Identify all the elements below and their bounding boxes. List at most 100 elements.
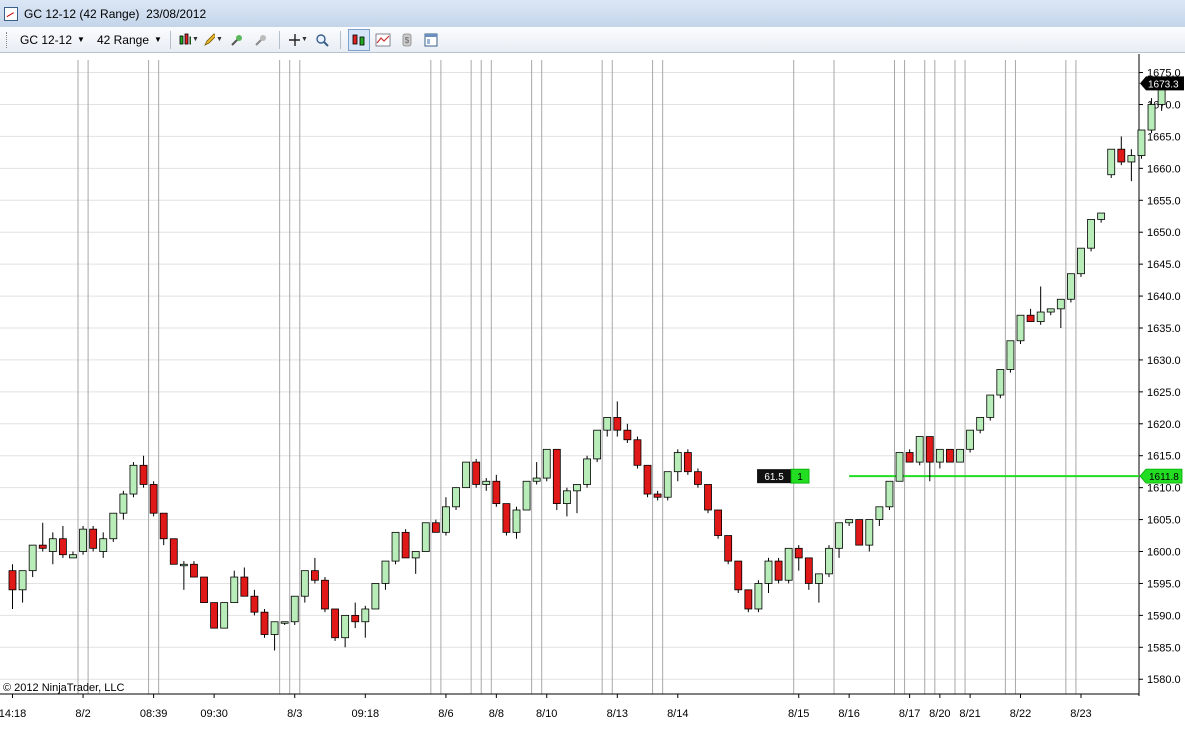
candle-body[interactable] [925,436,934,463]
candle-body[interactable] [673,452,682,473]
candle-body[interactable] [250,595,259,613]
candle-body[interactable] [563,490,571,505]
candle-body[interactable] [331,608,339,639]
candle-body[interactable] [895,452,904,482]
candle-body[interactable] [371,583,380,610]
window-titlebar[interactable]: GC 12-12 (42 Range) 23/08/2012 [0,0,1185,27]
candle-body[interactable] [482,480,491,485]
candle-body[interactable] [754,583,763,610]
candle-body[interactable] [804,557,813,584]
global-link-button[interactable] [250,29,272,51]
candle-body[interactable] [59,538,67,556]
candle-body[interactable] [401,531,410,559]
candle-body[interactable] [976,417,985,431]
candle-body[interactable] [865,519,874,546]
candle-body[interactable] [230,576,239,603]
candle-body[interactable] [1026,314,1035,323]
candle-body[interactable] [220,602,229,629]
strategies-button[interactable]: $ [396,29,418,51]
candle-body[interactable] [583,458,591,485]
candle-body[interactable] [774,560,783,581]
candle-body[interactable] [1006,340,1015,370]
candle-body[interactable] [825,547,833,575]
candle-body[interactable] [139,464,148,485]
candle-body[interactable] [764,560,773,584]
properties-button[interactable] [420,29,442,51]
candle-body[interactable] [573,484,581,492]
candle-body[interactable] [613,417,622,431]
zoom-button[interactable] [311,29,333,51]
candle-body[interactable] [552,448,561,505]
candle-body[interactable] [835,522,843,549]
candle-body[interactable] [1077,247,1085,275]
candle-body[interactable] [149,484,158,514]
candle-body[interactable] [452,487,460,508]
candle-body[interactable] [462,461,471,489]
candle-body[interactable] [1056,298,1065,310]
candle-body[interactable] [79,528,87,552]
interval-selector[interactable]: 42 Range ▼ [95,30,164,50]
candle-body[interactable] [341,614,350,639]
candle-body[interactable] [653,493,662,498]
candle-body[interactable] [270,621,279,635]
candle-body[interactable] [915,436,924,463]
candle-body[interactable] [1036,311,1045,323]
candle-body[interactable] [714,509,722,536]
candle-body[interactable] [815,573,823,584]
data-series-button[interactable] [347,28,370,51]
candle-body[interactable] [724,535,733,562]
candle-body[interactable] [734,560,743,591]
candle-body[interactable] [794,547,803,559]
candle-body[interactable] [200,576,208,603]
candle-body[interactable] [966,429,974,450]
candle-body[interactable] [845,519,854,524]
candle-body[interactable] [1097,212,1106,220]
candle-body[interactable] [935,448,944,463]
candle-body[interactable] [361,608,370,623]
candle-body[interactable] [1147,104,1156,131]
candle-body[interactable] [1046,308,1055,313]
candle-body[interactable] [1067,273,1075,300]
candle-body[interactable] [48,538,57,552]
candle-body[interactable] [442,506,450,533]
candle-body[interactable] [502,503,511,533]
candle-body[interactable] [603,417,612,431]
candle-body[interactable] [1087,219,1095,249]
candle-body[interactable] [190,563,198,578]
candle-body[interactable] [593,429,602,460]
candle-body[interactable] [986,394,995,418]
candle-body[interactable] [421,522,430,552]
candle-body[interactable] [179,563,188,567]
candle-body[interactable] [663,471,672,498]
candle-body[interactable] [169,538,178,565]
candle-body[interactable] [89,528,98,549]
toolbar-grip[interactable] [6,31,10,48]
candle-body[interactable] [99,538,108,552]
candle-body[interactable] [391,531,400,562]
instrument-selector[interactable]: GC 12-12 ▼ [18,30,87,50]
candle-body[interactable] [694,471,702,485]
candle-body[interactable] [109,512,118,540]
candle-body[interactable] [431,522,440,533]
candle-body[interactable] [643,464,652,495]
candle-body[interactable] [210,602,219,629]
candle-body[interactable] [260,611,269,635]
price-chart[interactable]: 1580.0 1585.0 1590.0 1595.0 1600.0 1605.0 1610… [0,54,1185,729]
candle-body[interactable] [290,595,299,623]
drawing-tool-button[interactable]: ▼ [202,29,224,51]
candle-body[interactable] [472,461,481,485]
candle-body[interactable] [956,448,964,463]
candle-body[interactable] [492,480,501,505]
candle-body[interactable] [119,493,128,514]
bar-style-button[interactable]: ▼ [178,29,200,51]
candle-body[interactable] [38,544,47,549]
candle-body[interactable] [8,570,17,591]
candle-body[interactable] [633,439,642,466]
candle-body[interactable] [744,589,753,610]
candle-body[interactable] [321,579,329,610]
candle-body[interactable] [28,544,37,572]
crosshair-button[interactable]: ▼ [287,29,309,51]
candle-body[interactable] [1016,314,1025,342]
candle-body[interactable] [159,512,168,540]
candle-body[interactable] [351,614,360,623]
